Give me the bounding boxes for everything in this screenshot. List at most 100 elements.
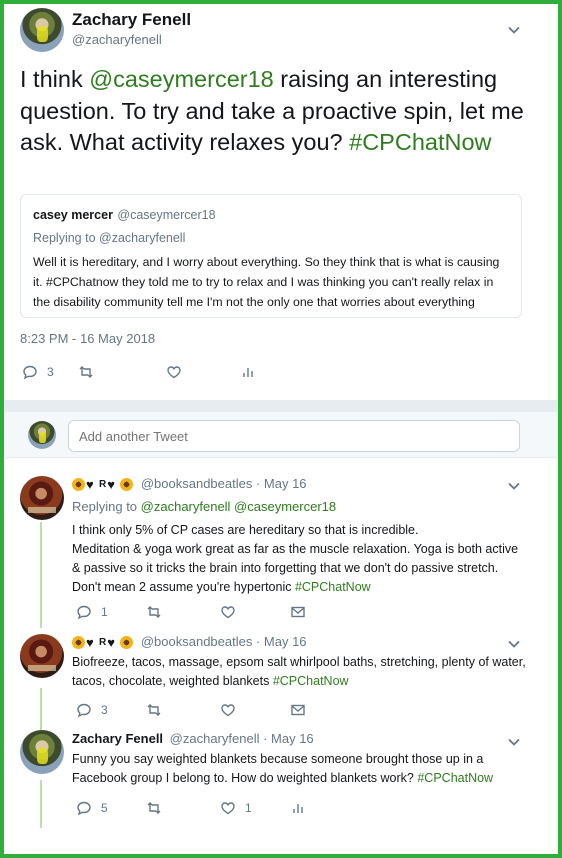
- retweet-button[interactable]: [146, 800, 220, 816]
- hashtag-link[interactable]: #CPChatNow: [417, 771, 493, 785]
- retweet-icon: [147, 802, 161, 814]
- mention-link[interactable]: @caseymercer18: [89, 66, 274, 92]
- reply-count: 3: [47, 365, 54, 379]
- reply-line: Biofreeze, tacos, massage, epsom salt wh…: [72, 655, 526, 669]
- black-heart-emoji: ♥: [86, 476, 94, 492]
- chevron-down-icon[interactable]: [506, 636, 522, 652]
- handle-and-date[interactable]: @zacharyfenell · May 16: [170, 731, 314, 746]
- chevron-down-icon[interactable]: [506, 478, 522, 494]
- reply-line: Don't mean 2 assume you're hypertonic #C…: [72, 578, 534, 597]
- black-heart-emoji: ♥: [107, 634, 115, 650]
- tweet-text-part: I think: [20, 66, 90, 92]
- reply-icon: [77, 801, 91, 816]
- tweet-timestamp[interactable]: 8:23 PM - 16 May 2018: [20, 331, 155, 346]
- analytics-icon: [293, 804, 303, 813]
- sunflower-emoji: [120, 636, 134, 650]
- quoted-tweet[interactable]: casey mercer @caseymercer18 Replying to …: [20, 194, 522, 318]
- replying-to-label: Replying to: [33, 231, 100, 245]
- avatar[interactable]: [20, 730, 64, 774]
- reply-header: Zachary Fenell @zacharyfenell · May 16: [72, 731, 314, 746]
- analytics-button[interactable]: [290, 800, 306, 816]
- quoted-replying-to: Replying to @zacharyfenell: [33, 231, 509, 245]
- display-name-letter: R: [99, 479, 107, 491]
- chevron-down-icon[interactable]: [506, 734, 522, 750]
- reply-button[interactable]: 5: [76, 800, 146, 816]
- display-name[interactable]: ♥ R ♥: [72, 476, 134, 492]
- avatar[interactable]: [20, 476, 64, 520]
- hashtag-link[interactable]: #CPChatNow: [273, 674, 349, 688]
- reply-icon: [77, 703, 91, 718]
- handle-and-date[interactable]: @booksandbeatles · May 16: [141, 634, 307, 649]
- quoted-author-handle: @caseymercer18: [117, 208, 216, 222]
- reply-button[interactable]: 3: [22, 364, 78, 380]
- section-divider: [4, 400, 558, 412]
- replying-to-label: Replying to: [72, 499, 141, 514]
- message-button[interactable]: [290, 702, 306, 718]
- display-name-letter: R: [99, 637, 107, 649]
- retweet-icon: [147, 704, 161, 716]
- reply-line-text: Facebook group I belong to. How do weigh…: [72, 771, 418, 785]
- tweet-thread: Zachary Fenell @zacharyfenell I think @c…: [4, 4, 558, 854]
- author-name[interactable]: Zachary Fenell: [72, 10, 191, 30]
- reply-icon: [23, 365, 37, 380]
- reply-line: & passive so it tricks the brain into fo…: [72, 561, 499, 575]
- reply-tweet[interactable]: Zachary Fenell @zacharyfenell · May 16 F…: [4, 728, 558, 824]
- reply-header: ♥ R ♥ @booksandbeatles · May 16: [72, 634, 307, 650]
- like-icon: [221, 606, 235, 619]
- reply-text: Biofreeze, tacos, massage, epsom salt wh…: [72, 653, 534, 691]
- quoted-author-name: casey mercer: [33, 208, 113, 222]
- reply-tweet[interactable]: ♥ R ♥ @booksandbeatles · May 16 Biofreez…: [4, 632, 558, 724]
- hashtag-link[interactable]: #CPChatNow: [349, 129, 491, 155]
- message-icon: [291, 704, 305, 716]
- like-count: 1: [245, 801, 252, 815]
- hashtag-link[interactable]: #CPChatNow: [295, 580, 371, 594]
- like-button[interactable]: [220, 702, 290, 718]
- avatar[interactable]: [20, 634, 64, 678]
- reply-line: I think only 5% of CP cases are heredita…: [72, 523, 419, 537]
- retweet-button[interactable]: [146, 702, 220, 718]
- reply-count: 1: [101, 605, 108, 619]
- reply-count: 3: [101, 703, 108, 717]
- replying-to-handle[interactable]: @zacharyfenell: [99, 231, 185, 245]
- like-button[interactable]: [220, 604, 290, 620]
- reply-actions: 5 1: [76, 800, 306, 816]
- reply-line: Facebook group I belong to. How do weigh…: [72, 769, 534, 788]
- retweet-icon: [147, 606, 161, 618]
- reply-count: 5: [101, 801, 108, 815]
- reply-text: I think only 5% of CP cases are heredita…: [72, 521, 534, 597]
- avatar[interactable]: [20, 8, 64, 52]
- quoted-tweet-text: Well it is hereditary, and I worry about…: [33, 255, 500, 309]
- retweet-button[interactable]: [146, 604, 220, 620]
- reply-line: Funny you say weighted blankets because …: [72, 752, 484, 766]
- like-button[interactable]: 1: [220, 800, 290, 816]
- reply-icon: [77, 605, 91, 620]
- reply-text: Funny you say weighted blankets because …: [72, 750, 534, 788]
- display-name[interactable]: ♥ R ♥: [72, 634, 134, 650]
- reply-button[interactable]: 1: [76, 604, 146, 620]
- add-tweet-input[interactable]: [68, 420, 520, 452]
- like-icon: [221, 704, 235, 717]
- sunflower-emoji: [120, 478, 134, 492]
- reply-tweet[interactable]: ♥ R ♥ @booksandbeatles · May 16 Replying…: [4, 474, 558, 624]
- like-button[interactable]: [166, 364, 240, 380]
- retweet-button[interactable]: [78, 364, 166, 380]
- analytics-icon: [243, 368, 253, 377]
- reply-line-text: Don't mean 2 assume you're hypertonic: [72, 580, 295, 594]
- handle-and-date[interactable]: @booksandbeatles · May 16: [141, 476, 307, 491]
- author-handle[interactable]: @zacharyfenell: [72, 32, 162, 47]
- author-name[interactable]: Zachary Fenell: [72, 731, 163, 746]
- like-icon: [221, 802, 235, 815]
- reply-header: ♥ R ♥ @booksandbeatles · May 16: [72, 476, 307, 492]
- main-tweet: Zachary Fenell @zacharyfenell I think @c…: [4, 4, 558, 400]
- reply-line-text: tacos, chocolate, weighted blankets: [72, 674, 273, 688]
- reply-button[interactable]: 3: [76, 702, 146, 718]
- avatar: [28, 421, 56, 449]
- tweet-text: I think @caseymercer18 raising an intere…: [20, 64, 540, 159]
- message-button[interactable]: [290, 604, 306, 620]
- tweet-actions: 3: [22, 364, 256, 380]
- black-heart-emoji: ♥: [107, 476, 115, 492]
- replying-to-handles[interactable]: @zacharyfenell @caseymercer18: [141, 499, 336, 514]
- analytics-button[interactable]: [240, 364, 256, 380]
- replying-to: Replying to @zacharyfenell @caseymercer1…: [72, 499, 336, 514]
- chevron-down-icon[interactable]: [506, 22, 522, 38]
